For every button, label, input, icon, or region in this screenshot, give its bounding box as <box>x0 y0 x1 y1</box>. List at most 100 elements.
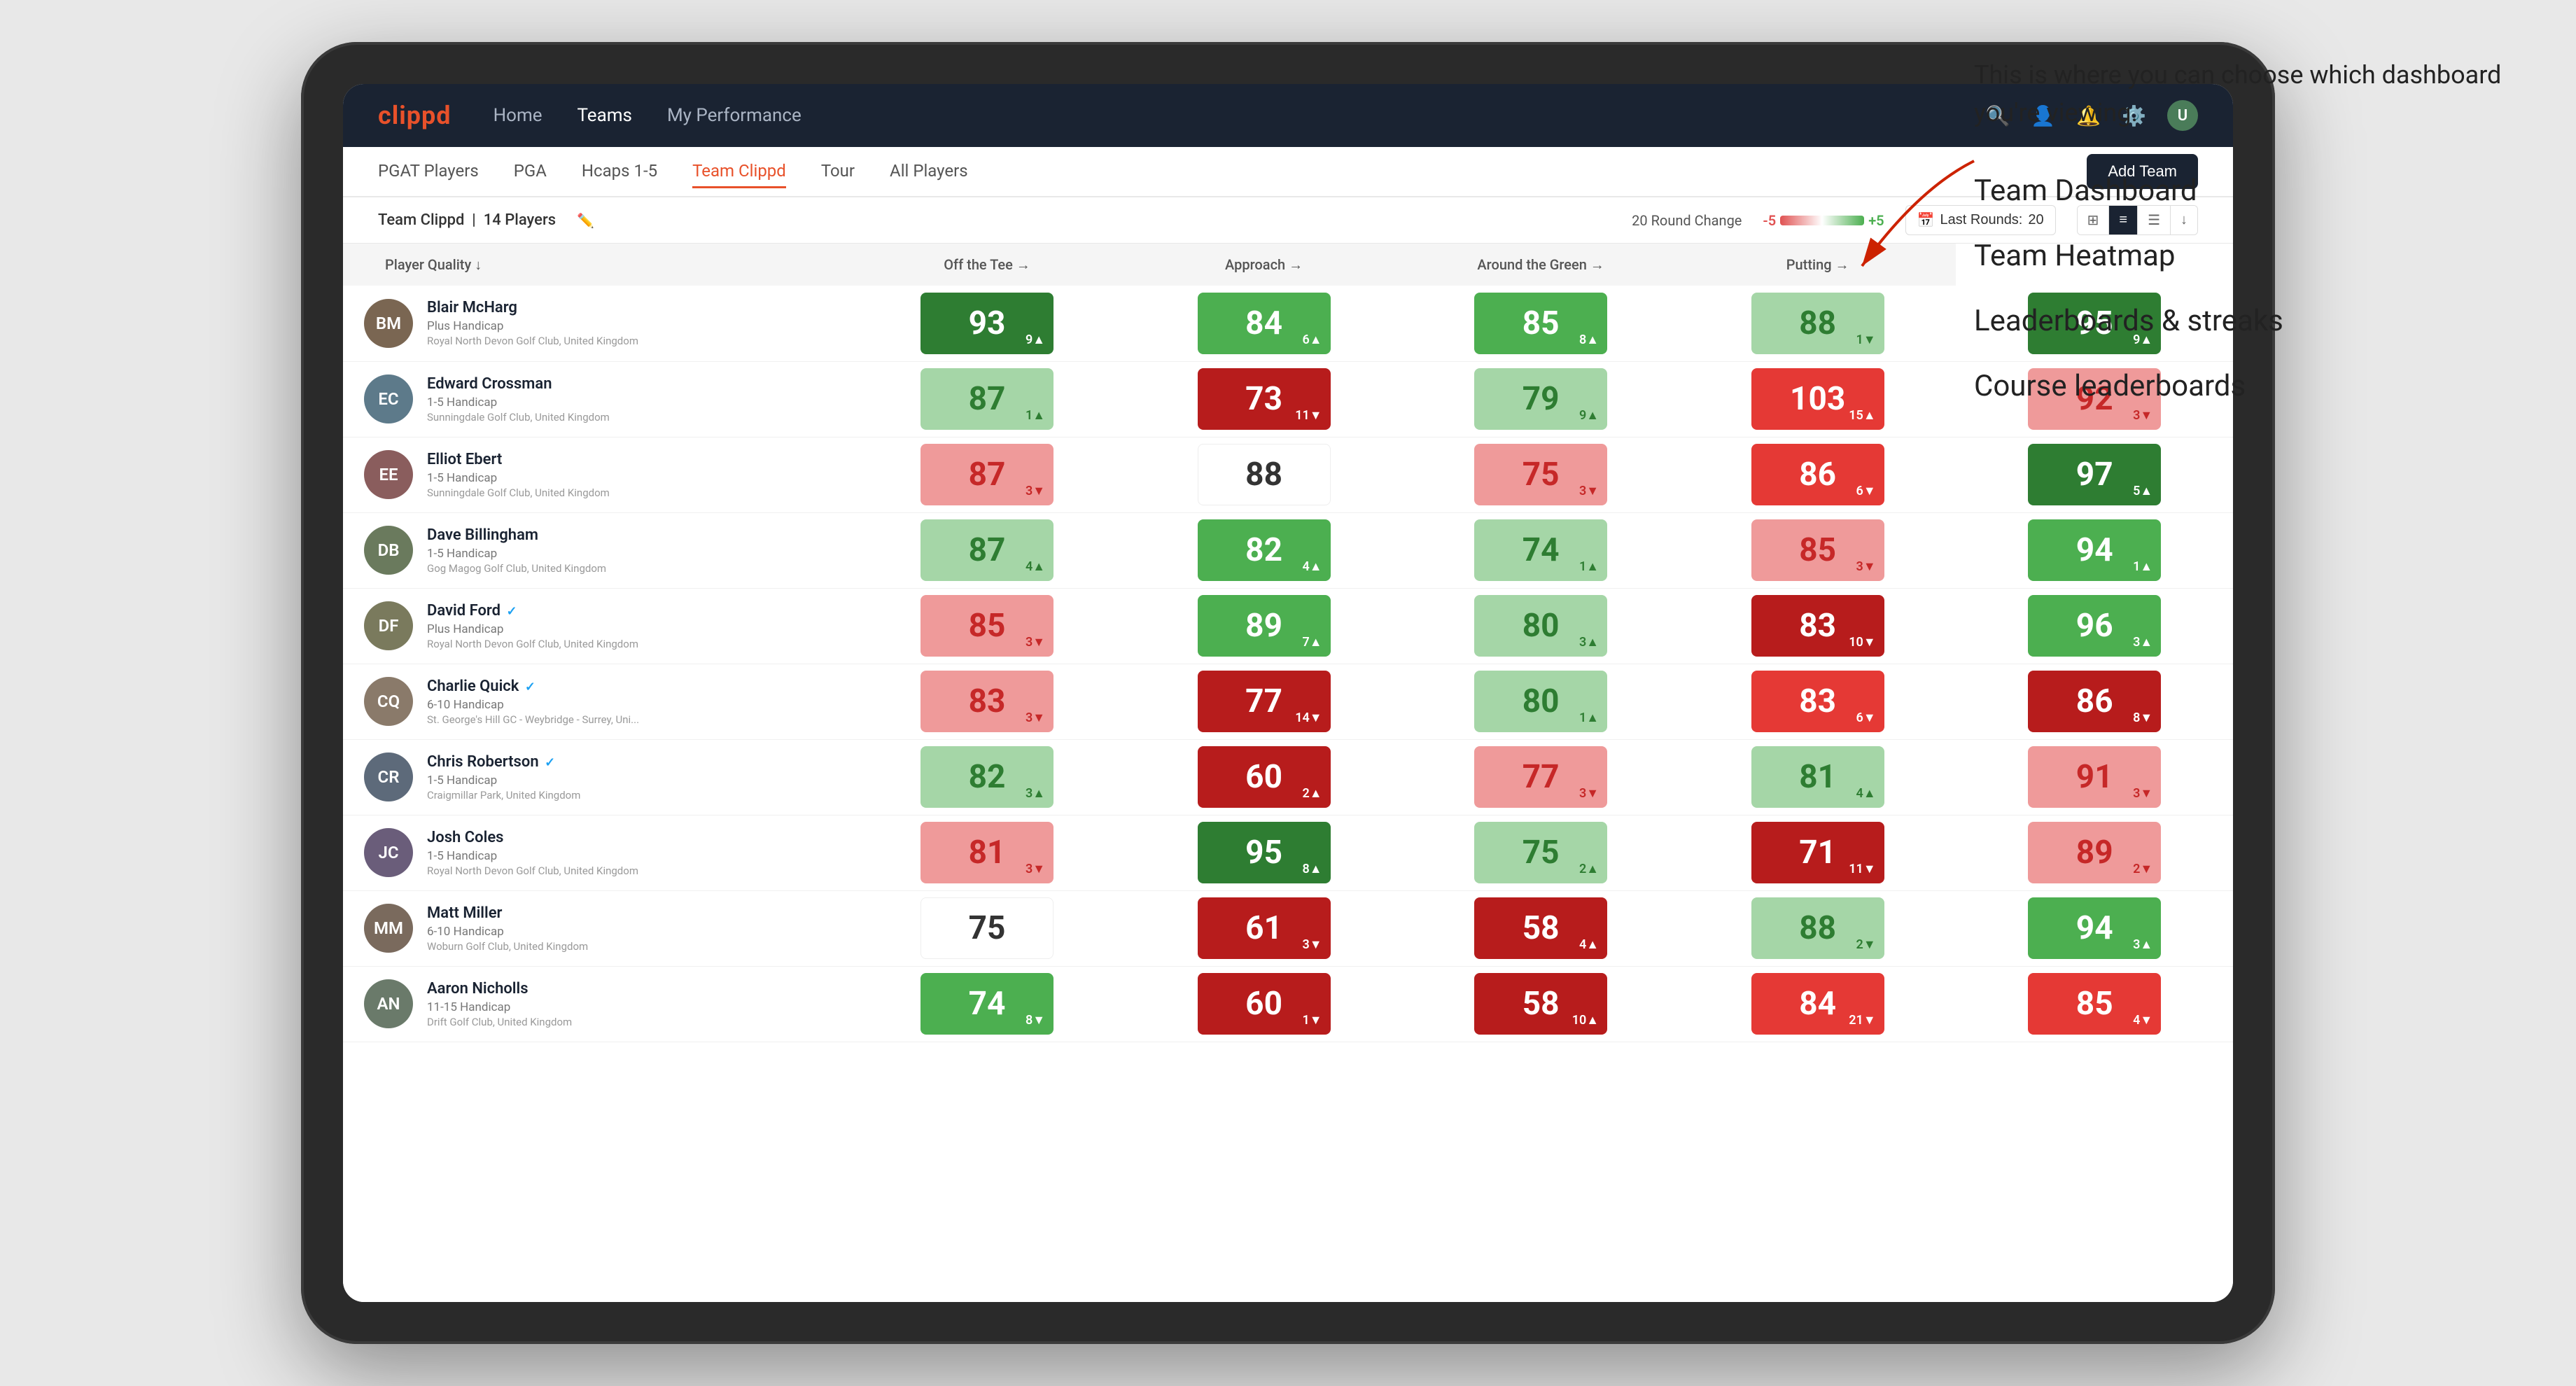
table-row[interactable]: DFDavid Ford ✓Plus HandicapRoyal North D… <box>343 588 2233 664</box>
score-value: 87 <box>969 531 1006 569</box>
score-value: 74 <box>969 985 1006 1023</box>
score-value: 75 <box>1522 834 1560 872</box>
score-cell: 753▼ <box>1402 437 1679 512</box>
table-row[interactable]: ANAaron Nicholls11-15 HandicapDrift Golf… <box>343 966 2233 1042</box>
score-value: 103 <box>1790 380 1845 418</box>
player-details: Aaron Nicholls11-15 HandicapDrift Golf C… <box>427 980 834 1028</box>
table-row[interactable]: CRChris Robertson ✓1-5 HandicapCraigmill… <box>343 739 2233 815</box>
player-club: St. George's Hill GC - Weybridge - Surre… <box>427 713 834 726</box>
score-change: 6▲ <box>1302 332 1322 347</box>
score-change: 10▲ <box>1572 1013 1599 1028</box>
player-club: Woburn Golf Club, United Kingdom <box>427 940 834 953</box>
player-name[interactable]: Charlie Quick ✓ <box>427 678 834 695</box>
score-value: 85 <box>2076 985 2113 1023</box>
nav-home[interactable]: Home <box>493 99 542 132</box>
player-cell: DFDavid Ford ✓Plus HandicapRoyal North D… <box>343 588 848 664</box>
player-club: Royal North Devon Golf Club, United King… <box>427 638 834 650</box>
score-value: 75 <box>1522 456 1560 493</box>
score-cell: 897▲ <box>1126 588 1403 664</box>
player-name[interactable]: Aaron Nicholls <box>427 980 834 997</box>
player-name[interactable]: Josh Coles <box>427 829 834 846</box>
player-cell: CQCharlie Quick ✓6-10 HandicapSt. George… <box>343 664 848 739</box>
score-change: 6▼ <box>1856 710 1876 725</box>
player-cell: ECEdward Crossman1-5 HandicapSunningdale… <box>343 361 848 437</box>
score-cell: 58 10▲ <box>1402 966 1679 1042</box>
score-cell: 10315▲ <box>1679 361 1956 437</box>
score-value: 83 <box>969 682 1006 720</box>
score-cell: 866▼ <box>1679 437 1956 512</box>
score-cell: 88 <box>1126 437 1403 512</box>
score-box: 836▼ <box>1751 671 1884 732</box>
player-handicap: 1-5 Handicap <box>427 396 834 410</box>
player-name[interactable]: Elliot Ebert <box>427 451 834 468</box>
table-row[interactable]: MMMatt Miller6-10 HandicapWoburn Golf Cl… <box>343 890 2233 966</box>
subnav-pgat[interactable]: PGAT Players <box>378 155 479 188</box>
player-cell: BMBlair McHargPlus HandicapRoyal North D… <box>343 286 848 361</box>
score-value: 58 <box>1522 985 1560 1023</box>
score-value: 93 <box>969 304 1006 342</box>
edit-icon[interactable]: ✏️ <box>577 212 594 229</box>
score-value: 96 <box>2076 607 2113 645</box>
score-cell: 881▼ <box>1679 286 1956 361</box>
player-details: Josh Coles1-5 HandicapRoyal North Devon … <box>427 829 834 877</box>
subnav-team-clippd[interactable]: Team Clippd <box>692 155 786 188</box>
player-name[interactable]: David Ford ✓ <box>427 602 834 620</box>
score-value: 88 <box>1799 909 1836 947</box>
score-value: 89 <box>2076 834 2113 872</box>
player-handicap: 6-10 Handicap <box>427 925 834 939</box>
table-row[interactable]: BMBlair McHargPlus HandicapRoyal North D… <box>343 286 2233 361</box>
player-club: Craigmillar Park, United Kingdom <box>427 789 834 802</box>
player-details: Charlie Quick ✓6-10 HandicapSt. George's… <box>427 678 834 726</box>
score-value: 85 <box>969 607 1006 645</box>
score-value: 85 <box>1799 531 1836 569</box>
score-value: 86 <box>2076 682 2113 720</box>
subnav-all-players[interactable]: All Players <box>890 155 968 188</box>
score-cell: 602▲ <box>1126 739 1403 815</box>
table-row[interactable]: EEElliot Ebert1-5 HandicapSunningdale Go… <box>343 437 2233 512</box>
score-change: 3▲ <box>2133 937 2152 952</box>
player-name[interactable]: Blair McHarg <box>427 299 834 316</box>
score-cell: 882▼ <box>1679 890 1956 966</box>
player-club: Sunningdale Golf Club, United Kingdom <box>427 486 834 499</box>
score-change: 3▼ <box>1856 559 1876 574</box>
score-box: 871▲ <box>920 368 1054 430</box>
table-row[interactable]: JC Josh Coles1-5 HandicapRoyal North Devo… <box>343 815 2233 890</box>
score-box: 75 <box>920 897 1054 959</box>
score-change: 7▲ <box>1302 635 1322 650</box>
score-change: 3▼ <box>1026 635 1045 650</box>
score-box: 892▼ <box>2028 822 2161 883</box>
player-cell: DBDave Billingham1-5 HandicapGog Magog G… <box>343 512 848 588</box>
score-change: 3▼ <box>1026 484 1045 498</box>
table-row[interactable]: DBDave Billingham1-5 HandicapGog Magog G… <box>343 512 2233 588</box>
subnav-pga[interactable]: PGA <box>514 155 547 188</box>
score-box: 813▼ <box>920 822 1054 883</box>
player-avatar: JC <box>364 828 413 877</box>
th-approach: Approach → <box>1126 244 1403 286</box>
score-box: 814▲ <box>1751 746 1884 808</box>
score-cell: 858▲ <box>1402 286 1679 361</box>
player-name[interactable]: Edward Crossman <box>427 375 834 393</box>
score-box: 748▼ <box>920 973 1054 1035</box>
player-handicap: 1-5 Handicap <box>427 774 834 788</box>
score-cell: 741▲ <box>1402 512 1679 588</box>
player-club: Gog Magog Golf Club, United Kingdom <box>427 562 834 575</box>
nav-teams[interactable]: Teams <box>578 99 632 132</box>
player-name[interactable]: Chris Robertson ✓ <box>427 753 834 771</box>
player-name[interactable]: Matt Miller <box>427 904 834 922</box>
score-box: 773▼ <box>1474 746 1607 808</box>
subnav-tour[interactable]: Tour <box>821 155 855 188</box>
score-cell: 75 <box>848 890 1126 966</box>
table-row[interactable]: ECEdward Crossman1-5 HandicapSunningdale… <box>343 361 2233 437</box>
score-value: 82 <box>1245 531 1282 569</box>
score-cell: 748▼ <box>848 966 1126 1042</box>
score-cell: 7714▼ <box>1126 664 1403 739</box>
score-box: 85 3▼ <box>920 595 1054 657</box>
score-cell: 752▲ <box>1402 815 1679 890</box>
player-name[interactable]: Dave Billingham <box>427 526 834 544</box>
nav-performance[interactable]: My Performance <box>667 99 802 132</box>
main-content[interactable]: Player Quality ↓ Off the Tee → Approach … <box>343 244 2233 1302</box>
subnav-hcaps[interactable]: Hcaps 1-5 <box>582 155 657 188</box>
th-around-green: Around the Green → <box>1402 244 1679 286</box>
table-row[interactable]: CQCharlie Quick ✓6-10 HandicapSt. George… <box>343 664 2233 739</box>
score-change: 11▼ <box>1849 862 1875 876</box>
